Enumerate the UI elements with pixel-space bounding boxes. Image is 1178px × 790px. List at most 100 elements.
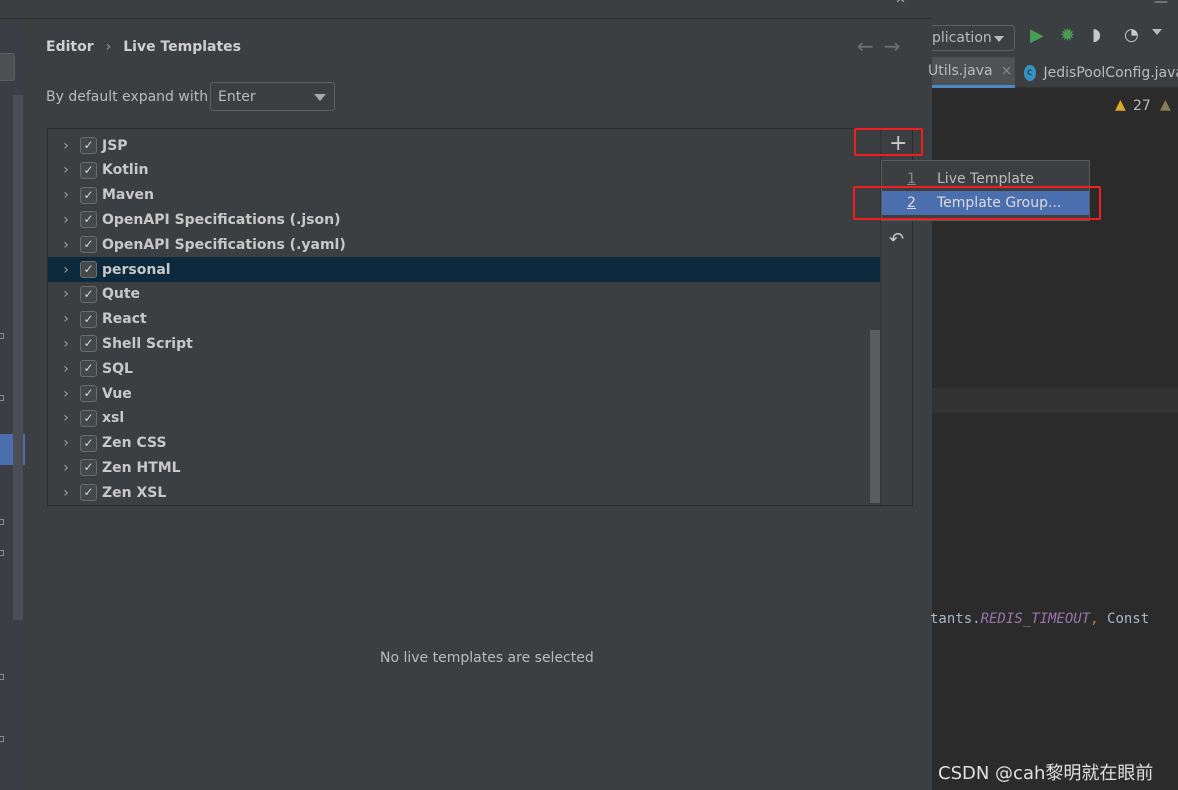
tab-utils[interactable]: Utils.java × — [928, 57, 1015, 88]
expand-chevron-icon[interactable]: › — [54, 138, 78, 154]
group-checkbox[interactable]: ✓ — [80, 310, 97, 328]
run-config-name: plication — [932, 30, 992, 46]
sidebar-search-field[interactable] — [0, 53, 15, 81]
group-label: React — [102, 311, 147, 328]
forward-arrow-icon[interactable]: → — [884, 34, 911, 58]
group-checkbox[interactable]: ✓ — [80, 434, 97, 452]
tree-row-group[interactable]: › ✓ xsl — [48, 406, 881, 431]
sidebar-scrollbar[interactable] — [13, 95, 23, 620]
code-constant: REDIS_TIMEOUT — [980, 611, 1091, 627]
group-label: JSP — [102, 137, 128, 154]
tree-row-group[interactable]: › ✓ SQL — [48, 356, 881, 381]
expand-chevron-icon[interactable]: › — [54, 262, 78, 278]
minimize-icon[interactable]: — — [1154, 0, 1168, 10]
tree-row-group[interactable]: › ✓ OpenAPI Specifications (.json) — [48, 207, 881, 232]
expand-with-label: By default expand with — [46, 89, 209, 105]
group-label: Kotlin — [102, 162, 149, 179]
expand-chevron-icon[interactable]: › — [54, 361, 78, 377]
menu-item-mnemonic: 1 — [907, 171, 916, 187]
tree-row-group[interactable]: › ✓ Vue — [48, 381, 881, 406]
settings-sidebar — [0, 20, 25, 790]
group-checkbox[interactable]: ✓ — [80, 161, 97, 179]
class-icon: c — [1024, 64, 1036, 81]
more-run-caret-icon[interactable] — [1152, 29, 1162, 35]
tree-row-group[interactable]: › ✓ OpenAPI Specifications (.yaml) — [48, 232, 881, 257]
run-icon[interactable]: ▶ — [1030, 25, 1044, 46]
group-checkbox[interactable]: ✓ — [80, 261, 97, 278]
expand-with-value: Enter — [218, 89, 256, 105]
expand-chevron-icon[interactable]: › — [54, 336, 78, 352]
expand-chevron-icon[interactable]: › — [54, 386, 78, 402]
group-checkbox[interactable]: ✓ — [80, 137, 97, 154]
group-checkbox[interactable]: ✓ — [80, 459, 97, 477]
coverage-icon[interactable]: ◗ — [1092, 25, 1101, 45]
group-checkbox[interactable]: ✓ — [80, 186, 97, 204]
expand-with-select[interactable]: Enter — [210, 82, 335, 111]
group-label: OpenAPI Specifications (.yaml) — [102, 236, 346, 253]
restore-defaults-icon[interactable]: ↶ — [889, 229, 904, 250]
run-config-select[interactable]: plication — [932, 25, 1015, 51]
tree-row-group[interactable]: › ✓ React — [48, 307, 881, 332]
settings-item-icon — [0, 519, 4, 525]
expand-chevron-icon[interactable]: › — [54, 212, 78, 228]
back-arrow-icon[interactable]: ← — [857, 34, 884, 58]
group-label: Qute — [102, 286, 141, 303]
debug-icon[interactable]: ✹ — [1060, 25, 1075, 46]
group-label: Vue — [102, 385, 132, 402]
dropdown-caret-icon — [314, 94, 326, 101]
expand-chevron-icon[interactable]: › — [54, 435, 78, 451]
group-checkbox[interactable]: ✓ — [80, 484, 97, 502]
tree-row-group[interactable]: › ✓ JSP — [48, 133, 881, 158]
group-checkbox[interactable]: ✓ — [80, 360, 97, 378]
history-nav: ←→ — [857, 34, 911, 58]
tree-row-group[interactable]: › ✓ Qute — [48, 282, 881, 307]
tree-row-group[interactable]: › ✓ Zen HTML — [48, 455, 881, 480]
group-checkbox[interactable]: ✓ — [80, 385, 97, 402]
tree-row-group[interactable]: › ✓ Zen XSL — [48, 480, 881, 505]
tree-row-group[interactable]: › ✓ Maven — [48, 183, 881, 208]
close-tab-icon[interactable]: × — [1001, 63, 1013, 79]
expand-chevron-icon[interactable]: › — [54, 286, 78, 302]
warning-icon: ▲ — [1115, 97, 1126, 113]
settings-item-icon — [0, 674, 4, 680]
group-checkbox[interactable]: ✓ — [80, 285, 97, 303]
group-label: Zen CSS — [102, 435, 167, 452]
settings-item-icon — [0, 550, 4, 556]
current-line-highlight — [932, 388, 1178, 413]
profile-icon[interactable]: ◔ — [1124, 25, 1139, 45]
tree-row-group[interactable]: › ✓ Kotlin — [48, 158, 881, 183]
expand-chevron-icon[interactable]: › — [54, 460, 78, 476]
tree-row-group[interactable]: › ✓ Shell Script — [48, 331, 881, 356]
group-checkbox[interactable]: ✓ — [80, 409, 97, 427]
breadcrumb: Editor › Live Templates — [46, 39, 241, 55]
expand-chevron-icon[interactable]: › — [54, 237, 78, 253]
tab-label: JedisPoolConfig.java — [1043, 64, 1178, 81]
expand-chevron-icon[interactable]: › — [54, 485, 78, 501]
template-groups-tree: › ✓ JSP › ✓ Kotlin › ✓ Maven › ✓ OpenAPI Specificat… — [47, 128, 913, 506]
annotation-box-add — [854, 128, 923, 156]
collapse-icon[interactable]: ⌃ — [893, 0, 908, 16]
breadcrumb-editor[interactable]: Editor — [46, 39, 94, 55]
group-label: Zen HTML — [102, 459, 181, 476]
expand-chevron-icon[interactable]: › — [54, 162, 78, 178]
expand-chevron-icon[interactable]: › — [54, 311, 78, 327]
tab-label: Utils.java — [928, 63, 993, 79]
settings-item-icon — [0, 736, 4, 742]
tree-scrollbar[interactable] — [870, 330, 880, 503]
code-text: Const — [1098, 611, 1150, 627]
tree-row-group[interactable]: › ✓ Zen CSS — [48, 431, 881, 456]
editor-tabs: Utils.java × c JedisPoolConfig.java — [928, 57, 1178, 88]
group-label: Shell Script — [102, 335, 193, 352]
code-comma: , — [1090, 611, 1099, 627]
group-checkbox[interactable]: ✓ — [80, 211, 97, 229]
expand-chevron-icon[interactable]: › — [54, 410, 78, 426]
tab-jedispoolconfig[interactable]: c JedisPoolConfig.java — [1024, 57, 1178, 88]
group-checkbox[interactable]: ✓ — [80, 335, 97, 353]
group-label: OpenAPI Specifications (.json) — [102, 211, 341, 228]
group-label: Maven — [102, 187, 154, 204]
expand-chevron-icon[interactable]: › — [54, 187, 78, 203]
group-checkbox[interactable]: ✓ — [80, 236, 97, 254]
ide-titlebar: — — [932, 0, 1178, 20]
tree-row-group[interactable]: › ✓ personal — [48, 257, 881, 282]
warning-count[interactable]: 27 — [1133, 98, 1151, 114]
